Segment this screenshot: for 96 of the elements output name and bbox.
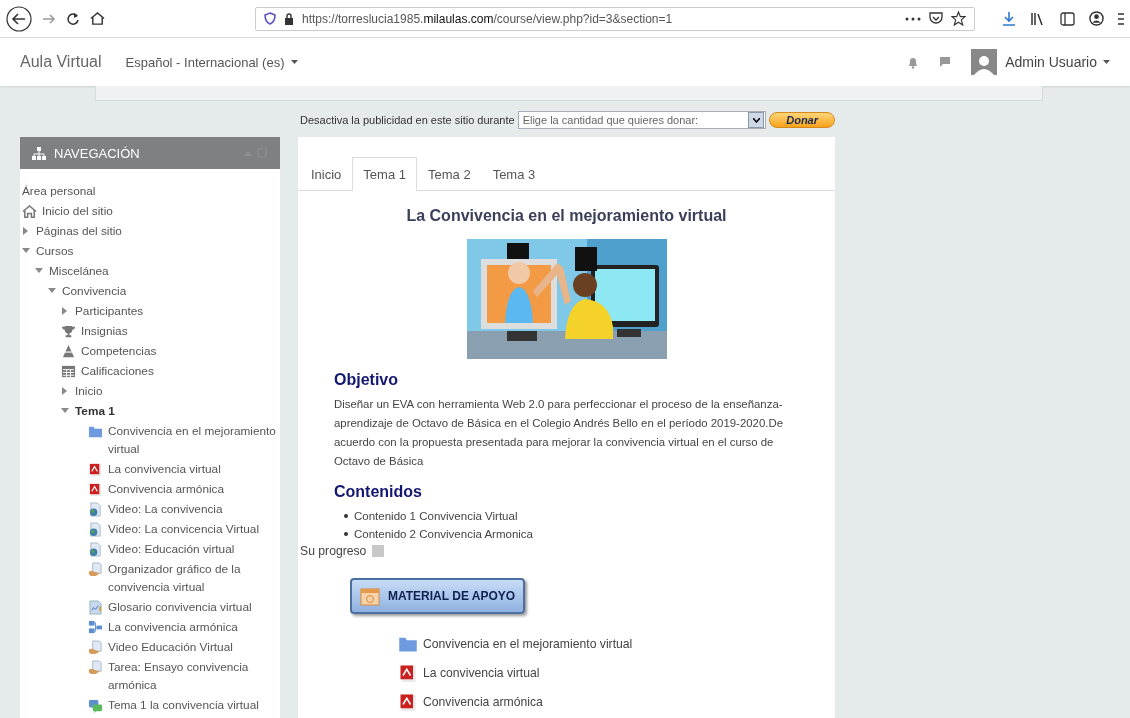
caret-right-icon[interactable] — [61, 387, 69, 395]
hand-page-icon — [88, 640, 103, 655]
address-bar[interactable]: https://torreslucia1985.milaulas.com/course/view.php?id=3&section=1 — [255, 6, 975, 31]
nav-item[interactable]: Video: Educación virtual — [108, 540, 235, 558]
back-button[interactable] — [6, 5, 32, 32]
globe-page-icon — [88, 542, 103, 557]
section-title: La Convivencia en el mejoramiento virtual — [405, 207, 728, 225]
caret-down-icon[interactable] — [61, 407, 69, 415]
home-button[interactable] — [90, 11, 105, 26]
section-tab[interactable]: Tema 2 — [417, 157, 482, 191]
forward-button[interactable] — [42, 11, 56, 26]
nav-item[interactable]: La convivencia virtual — [108, 460, 221, 478]
hand-page-icon — [88, 660, 103, 675]
site-name[interactable]: Aula Virtual — [20, 53, 102, 71]
caret-down-icon[interactable] — [35, 267, 43, 275]
nav-item[interactable]: Convivencia — [62, 282, 127, 300]
nav-item[interactable]: Convivencia armónica — [108, 480, 225, 498]
library-icon[interactable] — [1030, 11, 1046, 26]
home-icon — [22, 204, 37, 219]
user-menu[interactable]: Admin Usuario — [1005, 54, 1097, 70]
sidebar-icon[interactable] — [1060, 11, 1075, 26]
sitemap-icon — [32, 146, 46, 160]
donate-button[interactable]: Donar — [769, 112, 835, 128]
amount-dropdown[interactable]: Elige la cantidad que quieres donar: — [517, 111, 767, 129]
nav-item[interactable]: La convivencia armónica — [108, 618, 238, 636]
diagram-icon — [88, 620, 103, 635]
nav-item[interactable]: Glosario convivencia virtual — [108, 598, 252, 616]
nav-item[interactable]: Miscelánea — [49, 262, 109, 280]
pdf-icon — [398, 663, 418, 683]
lock-icon — [284, 12, 294, 25]
nav-item[interactable]: Cursos — [36, 242, 74, 260]
menu-icon[interactable] — [1118, 11, 1124, 26]
nav-item[interactable]: Páginas del sitio — [36, 222, 122, 240]
nav-item[interactable]: Video: La convivencia — [108, 500, 223, 518]
bell-icon[interactable] — [907, 55, 920, 69]
nav-item[interactable]: Tema 1 la convivencia virtual — [108, 696, 259, 714]
resource-link[interactable]: La convivencia virtual — [423, 666, 540, 680]
more-icon[interactable] — [905, 16, 921, 21]
language-menu[interactable]: Español - Internacional (es) — [125, 54, 285, 70]
nav-item[interactable]: Competencias — [81, 342, 157, 360]
section-tab[interactable]: Tema 1 — [352, 157, 417, 191]
folder-icon — [88, 424, 103, 439]
reload-button[interactable] — [66, 11, 80, 26]
block-title: NAVEGACIÓN — [54, 145, 140, 161]
nav-item[interactable]: Video Educación Virtual — [108, 638, 233, 656]
material-button[interactable]: MATERIAL DE APOYO — [350, 578, 526, 614]
caret-down-icon — [1103, 59, 1110, 65]
pdf-icon — [88, 482, 103, 497]
pdf-icon — [88, 462, 103, 477]
account-icon[interactable] — [1089, 11, 1104, 26]
section-tab[interactable]: Tema 3 — [481, 157, 547, 191]
nav-item[interactable]: Convivencia en el mejoramiento virtual — [108, 422, 276, 458]
section-tab[interactable]: Inicio — [300, 157, 353, 191]
download-icon[interactable] — [1002, 11, 1016, 26]
chart-page-icon — [88, 600, 103, 615]
hand-page-icon — [88, 562, 103, 577]
trophy-icon — [61, 324, 76, 339]
progress-label: Su progreso — [300, 544, 367, 558]
chat-icon[interactable] — [939, 56, 952, 68]
nav-item[interactable]: Tema 1 — [75, 402, 115, 420]
caret-right-icon[interactable] — [22, 227, 30, 235]
pyramid-icon — [61, 344, 76, 359]
resource-link[interactable]: Convivencia armónica — [423, 695, 543, 709]
globe-page-icon — [88, 522, 103, 537]
pdf-icon — [398, 692, 418, 712]
nav-item[interactable]: Participantes — [75, 302, 144, 320]
globe-page-icon — [88, 502, 103, 517]
caret-down-icon — [752, 117, 760, 123]
content-item: Contenido 2 Convivencia Armonica — [354, 527, 533, 542]
table-icon — [61, 364, 76, 379]
nav-item[interactable]: Calificaciones — [81, 362, 154, 380]
section-heading: Contenidos — [334, 483, 423, 501]
avatar-icon[interactable] — [971, 49, 998, 75]
caret-down-icon[interactable] — [48, 287, 56, 295]
section-heading: Objetivo — [334, 371, 399, 389]
nav-item[interactable]: Inicio — [75, 382, 103, 400]
star-icon[interactable] — [951, 11, 966, 26]
resource-link[interactable]: Convivencia en el mejoramiento virtual — [423, 637, 633, 651]
nav-item[interactable]: Área personal — [22, 182, 96, 200]
pocket-icon[interactable] — [929, 12, 943, 25]
chat-icon — [88, 698, 103, 713]
donate-label: Desactiva la publicidad en este sitio durante — [300, 114, 515, 126]
bullet-icon — [344, 532, 348, 536]
nav-item[interactable]: Insignias — [81, 322, 128, 340]
shield-icon — [264, 12, 276, 25]
nav-item[interactable]: Tarea: Ensayo convivencia armónica — [108, 658, 276, 694]
caret-down-icon — [290, 59, 298, 65]
caret-down-icon[interactable] — [22, 247, 30, 255]
nav-item[interactable]: Organizador gráfico de la convivencia virtual — [108, 560, 276, 596]
bullet-icon — [344, 514, 348, 518]
calendar-icon — [360, 586, 380, 606]
content-item: Contenido 1 Convivencia Virtual — [354, 509, 518, 524]
objective-text: Diseñar un EVA con herramienta Web 2.0 para perfeccionar el proceso de la enseñanza-aprendizaje de Octavo de Básica en el Colegio Andrés Bello en el período 2019-2020.De acuerdo con la propuesta presentada para mejorar la convivencia virtual en el curso de Octavo de Básica — [334, 397, 784, 469]
nav-item[interactable]: Inicio del sitio — [42, 202, 113, 220]
caret-right-icon[interactable] — [61, 307, 69, 315]
nav-item[interactable]: Video: La convicencia Virtual — [108, 520, 260, 538]
